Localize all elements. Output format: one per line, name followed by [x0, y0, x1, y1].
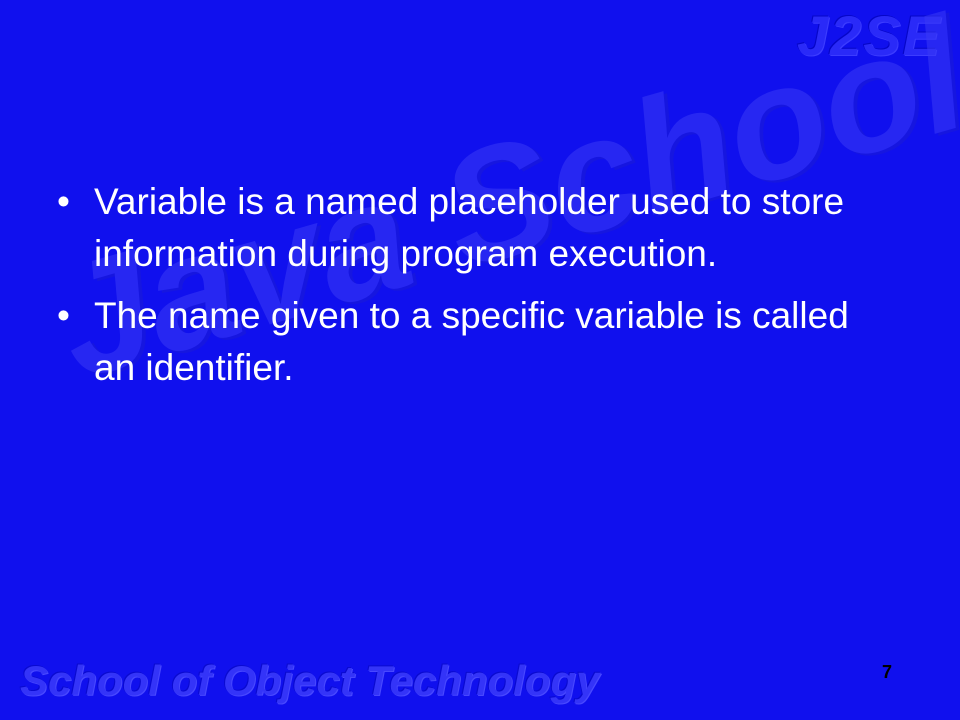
slide: J2SE Java School • Variable is a named p… [0, 0, 960, 720]
bullet-text: The name given to a specific variable is… [94, 295, 849, 388]
bullet-marker: • [57, 295, 70, 336]
page-number: 7 [882, 662, 893, 682]
bullet-item-identifier: • The name given to a specific variable … [54, 290, 874, 394]
bullet-marker: • [57, 181, 70, 222]
bullet-list: • Variable is a named placeholder used t… [54, 176, 874, 394]
footer-brand: School of Object Technology [20, 657, 600, 704]
slide-content: • Variable is a named placeholder used t… [54, 176, 874, 404]
bullet-text: Variable is a named placeholder used to … [94, 181, 845, 274]
bullet-item-variable: • Variable is a named placeholder used t… [54, 176, 874, 280]
